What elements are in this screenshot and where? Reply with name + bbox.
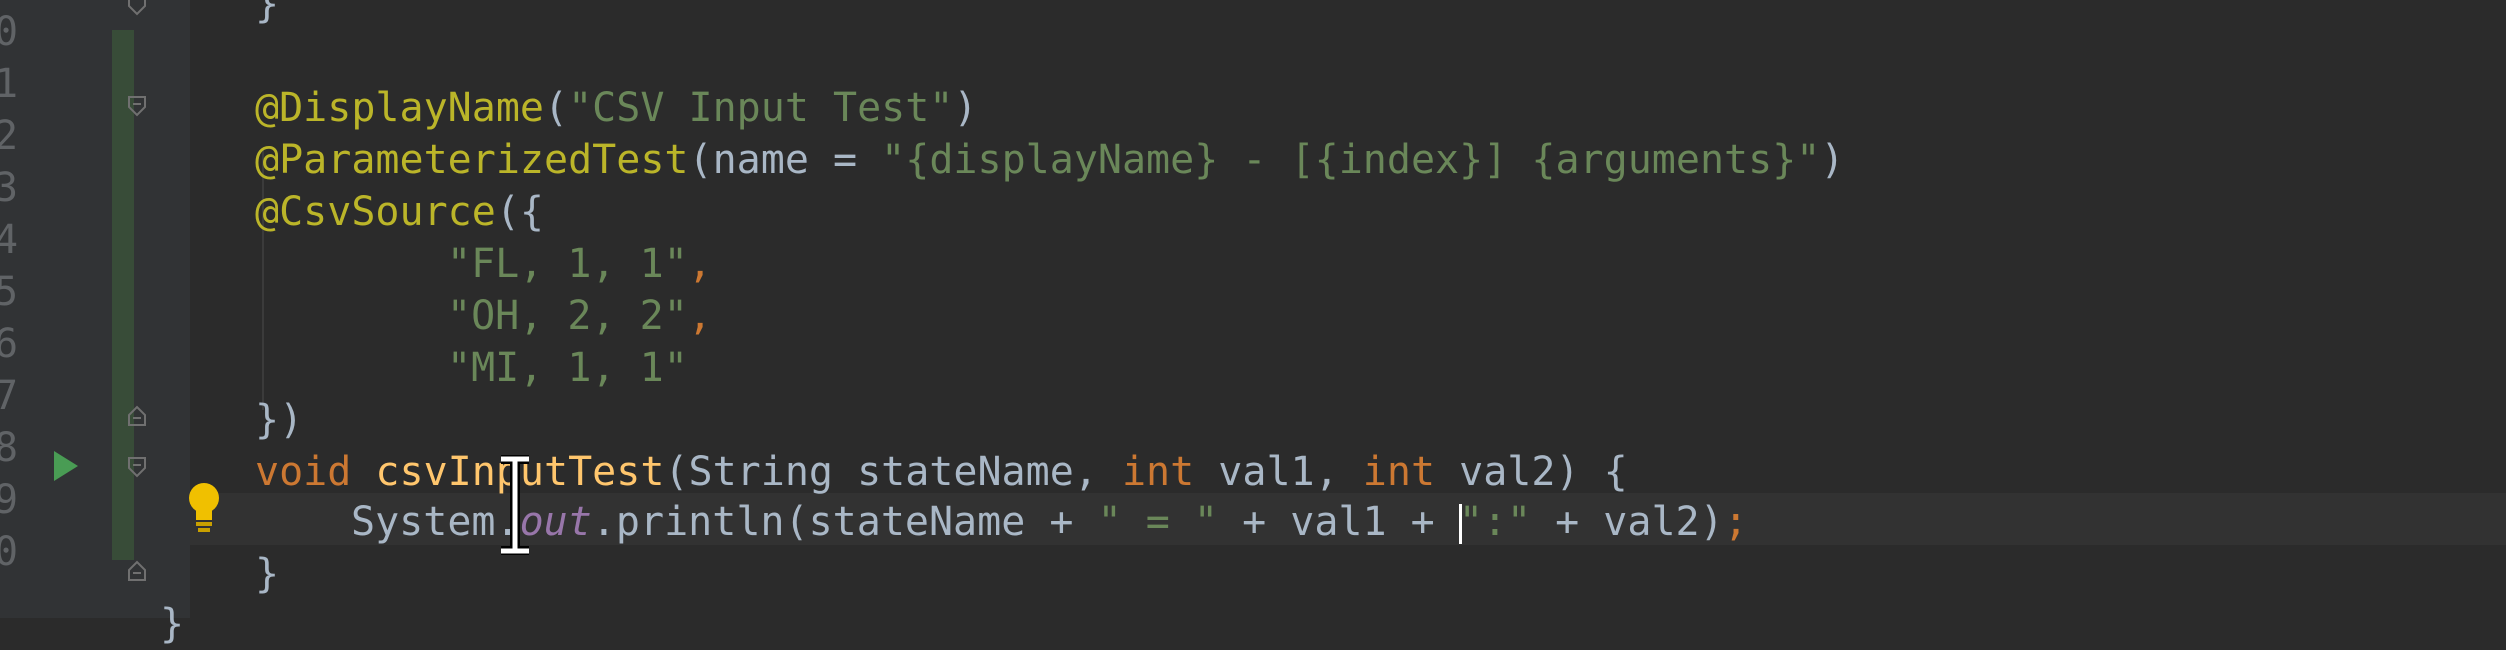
- line-number: 4: [0, 217, 19, 263]
- string-token: "FL, 1, 1": [447, 241, 688, 287]
- annotation-token: @ParameterizedTest: [255, 137, 689, 183]
- code-token: }: [160, 601, 185, 647]
- line-number: 5: [0, 269, 19, 315]
- code-line[interactable]: }: [160, 598, 184, 650]
- fold-marker-icon[interactable]: [126, 405, 148, 427]
- code-token: }): [255, 397, 304, 443]
- code-token: ;: [1723, 499, 1748, 545]
- keyword-token: int: [1362, 449, 1436, 495]
- code-editor[interactable]: 0 1 2 3 4 5 6 7 8 9 0 } @DisplayName("CS…: [0, 0, 2506, 647]
- fold-marker-icon[interactable]: [126, 456, 148, 478]
- line-number: 7: [0, 373, 19, 419]
- line-number: 1: [0, 61, 19, 107]
- code-line[interactable]: }: [255, 548, 279, 600]
- code-line[interactable]: @CsvSource({: [255, 186, 544, 238]
- line-number: 0: [0, 529, 19, 575]
- code-line[interactable]: @ParameterizedTest(name = "{displayName}…: [255, 134, 1844, 186]
- string-token: " = ": [1097, 499, 1218, 545]
- code-token: (: [543, 85, 569, 131]
- line-number: 2: [0, 113, 19, 159]
- code-line[interactable]: System.out.println(stateName + " = " + v…: [351, 496, 1748, 548]
- line-number: 0: [0, 9, 19, 55]
- code-line[interactable]: void csvInputTest(String stateName, int …: [255, 446, 1628, 498]
- code-token: (String stateName,: [664, 449, 1122, 495]
- fold-marker-icon[interactable]: [126, 0, 148, 16]
- editor-gutter: [0, 0, 190, 618]
- code-token: .println(stateName +: [591, 499, 1098, 545]
- code-token: }: [255, 0, 280, 27]
- run-gutter-icon[interactable]: [50, 448, 82, 484]
- string-token: "OH, 2, 2": [447, 293, 688, 339]
- code-line[interactable]: "MI, 1, 1": [447, 342, 688, 394]
- keyword-token: int: [1121, 449, 1195, 495]
- intention-bulb-icon[interactable]: [184, 480, 224, 536]
- text-ibeam-cursor-icon: [501, 455, 529, 555]
- annotation-token: @CsvSource: [255, 189, 496, 235]
- code-token: ): [1820, 137, 1845, 183]
- line-number: 8: [0, 425, 19, 471]
- code-token: val2) {: [1435, 449, 1628, 495]
- code-token: }: [255, 551, 280, 597]
- code-token: ,: [687, 293, 712, 339]
- annotation-token: @DisplayName: [255, 85, 544, 131]
- code-token: name: [712, 137, 809, 183]
- string-token: "MI, 1, 1": [447, 345, 688, 391]
- code-token: ): [953, 85, 978, 131]
- code-line[interactable]: "FL, 1, 1",: [447, 238, 712, 290]
- line-number: 9: [0, 477, 19, 523]
- fold-marker-icon[interactable]: [126, 560, 148, 582]
- line-number: 3: [0, 165, 19, 211]
- code-token: ,: [687, 241, 712, 287]
- code-token: ({: [495, 189, 544, 235]
- keyword-token: void: [255, 449, 352, 495]
- code-line[interactable]: }): [255, 394, 303, 446]
- string-token: ":": [1458, 499, 1532, 545]
- code-line[interactable]: }: [255, 0, 279, 30]
- code-token: val1,: [1194, 449, 1363, 495]
- code-token: (: [688, 137, 713, 183]
- line-number: 6: [0, 321, 19, 367]
- fold-marker-icon[interactable]: [126, 95, 148, 117]
- string-token: "{displayName} - [{index}] {arguments}": [881, 137, 1821, 183]
- code-line[interactable]: @DisplayName("CSV Input Test"): [255, 82, 977, 134]
- code-token: + val2): [1531, 499, 1724, 545]
- string-token: "CSV Input Test": [568, 85, 954, 131]
- code-line[interactable]: "OH, 2, 2",: [447, 290, 712, 342]
- code-token: =: [808, 137, 882, 183]
- code-token: + val1 +: [1217, 499, 1459, 545]
